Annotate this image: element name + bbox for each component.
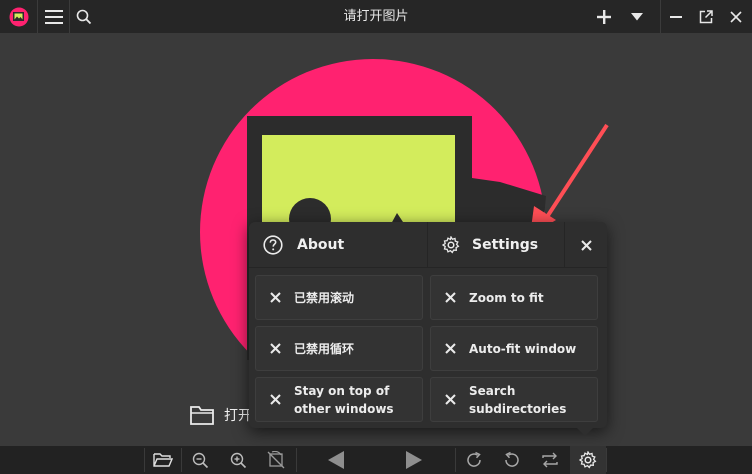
- zoom-in-button[interactable]: [220, 446, 256, 474]
- open-folder-icon: [190, 406, 214, 425]
- open-file-button[interactable]: [145, 446, 181, 474]
- gear-icon: [442, 236, 460, 254]
- external-window-icon: [699, 9, 713, 23]
- swap-icon: [542, 452, 558, 468]
- previous-icon: [328, 451, 344, 469]
- zoom-out-icon: [192, 452, 208, 468]
- bottom-toolbar: [0, 446, 752, 474]
- open-image-prompt[interactable]: 打开: [190, 404, 252, 426]
- zoom-to-fit-toggle[interactable]: Zoom to fit: [430, 275, 598, 320]
- settings-icon: [579, 451, 597, 469]
- dropdown-button[interactable]: [622, 0, 652, 33]
- option-label: Zoom to fit: [469, 290, 544, 305]
- zoom-in-icon: [230, 452, 246, 468]
- annotation-arrow: [543, 123, 609, 222]
- crop-rotate-button[interactable]: [258, 446, 294, 474]
- option-label: Auto-fit window: [469, 341, 577, 356]
- disabled-x-icon: [431, 292, 469, 303]
- disabled-x-icon: [256, 394, 294, 405]
- disabled-x-icon: [256, 292, 294, 303]
- search-button[interactable]: [70, 0, 98, 33]
- option-label: 已禁用循环: [294, 341, 355, 356]
- minimize-icon: [670, 15, 682, 18]
- about-button[interactable]: About: [249, 222, 427, 268]
- minimize-button[interactable]: [661, 0, 691, 33]
- disabled-x-icon: [431, 394, 469, 405]
- settings-toolbar-button[interactable]: [570, 446, 606, 474]
- rotate-right-icon: [467, 451, 481, 467]
- close-icon: [730, 10, 742, 23]
- help-circle-icon: [263, 235, 283, 255]
- about-label: About: [297, 237, 345, 253]
- rotate-left-button[interactable]: [494, 446, 530, 474]
- quick-settings-popup: About Settings 已禁用滚动 Zoom to fit 已禁用循环 A…: [249, 222, 607, 428]
- app-logo-button[interactable]: [0, 0, 37, 33]
- flip-button[interactable]: [532, 446, 568, 474]
- option-label: 已禁用滚动: [294, 290, 355, 305]
- option-label: Search subdirectories: [469, 383, 567, 416]
- rotate-left-icon: [505, 451, 519, 467]
- settings-label: Settings: [472, 237, 539, 253]
- new-tab-button[interactable]: [589, 0, 619, 33]
- scroll-toggle[interactable]: 已禁用滚动: [255, 275, 423, 320]
- rotate-right-button[interactable]: [456, 446, 492, 474]
- search-subdirectories-toggle[interactable]: Search subdirectories: [430, 377, 598, 422]
- stay-on-top-toggle[interactable]: Stay on top of other windows: [255, 377, 423, 422]
- popup-close-button[interactable]: [565, 222, 607, 268]
- previous-image-button[interactable]: [318, 446, 354, 474]
- plus-icon: [597, 9, 611, 24]
- next-icon: [406, 451, 422, 469]
- fullscreen-button[interactable]: [691, 0, 721, 33]
- next-image-button[interactable]: [396, 446, 432, 474]
- crop-rotate-icon: [267, 451, 285, 469]
- disabled-x-icon: [256, 343, 294, 354]
- app-logo-icon: [9, 7, 28, 26]
- disabled-x-icon: [431, 343, 469, 354]
- loop-toggle[interactable]: 已禁用循环: [255, 326, 423, 371]
- popup-pointer: [575, 426, 595, 436]
- search-icon: [76, 9, 92, 24]
- hamburger-menu-icon: [44, 9, 63, 24]
- settings-button[interactable]: Settings: [428, 222, 564, 268]
- zoom-out-button[interactable]: [182, 446, 218, 474]
- close-icon: [580, 239, 592, 251]
- open-folder-icon: [153, 453, 173, 467]
- close-window-button[interactable]: [721, 0, 751, 33]
- auto-fit-window-toggle[interactable]: Auto-fit window: [430, 326, 598, 371]
- title-bar: 请打开图片: [0, 0, 752, 33]
- main-menu-button[interactable]: [38, 0, 69, 33]
- caret-down-icon: [631, 12, 643, 20]
- open-image-label: 打开: [224, 408, 252, 424]
- popup-header: About Settings: [249, 222, 607, 268]
- option-label: Stay on top of other windows: [294, 383, 394, 416]
